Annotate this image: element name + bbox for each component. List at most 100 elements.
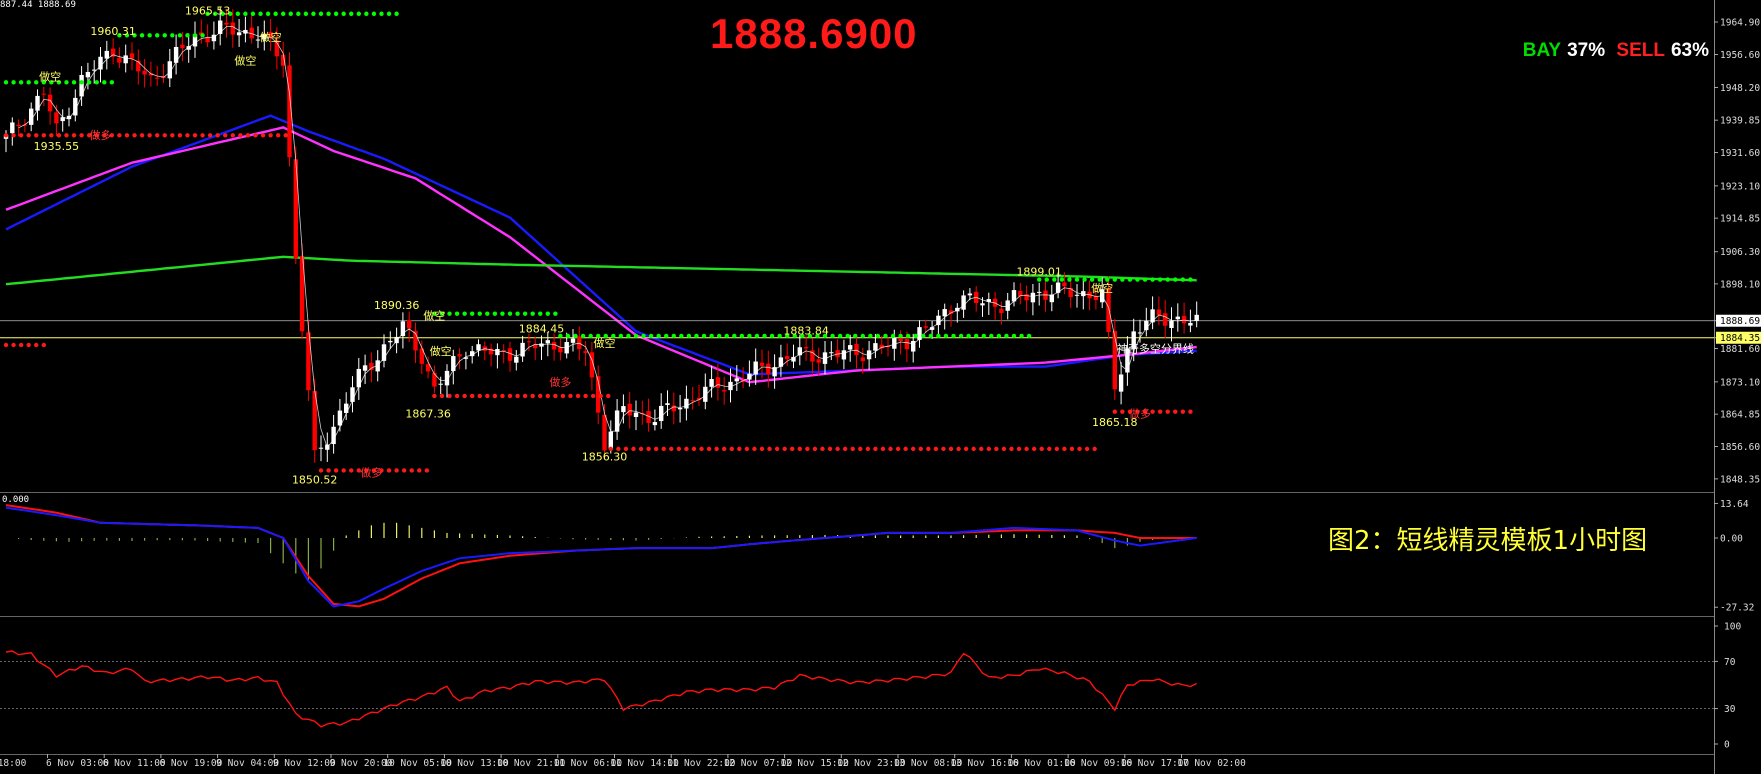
dot	[207, 133, 213, 138]
time-tick-label: 17 Nov 02:00	[1177, 758, 1246, 769]
dot	[41, 133, 46, 138]
rsi-tick-label: 30	[1724, 704, 1736, 715]
dot	[606, 393, 611, 399]
dot	[905, 333, 911, 339]
dot	[716, 333, 722, 339]
price-label: 1935.55	[34, 140, 80, 153]
dot	[868, 333, 873, 339]
dot	[1157, 409, 1163, 414]
dot	[918, 446, 923, 452]
price-tick-label: 1956.60	[1720, 50, 1760, 61]
price-label: 1899.01	[1016, 265, 1062, 278]
candle-body	[602, 414, 607, 451]
dot	[664, 333, 669, 339]
candle-body	[41, 93, 46, 95]
candle-body	[898, 338, 903, 342]
dot	[1188, 409, 1193, 414]
candle-body	[526, 341, 532, 343]
dot	[812, 446, 818, 452]
candle-body	[432, 372, 437, 387]
fast-ma-line	[18, 26, 1197, 449]
dot	[250, 11, 256, 16]
candle-body	[621, 406, 626, 413]
candle-body	[1125, 348, 1130, 373]
dot	[18, 133, 24, 138]
dot	[18, 80, 24, 85]
candle-body	[722, 390, 727, 392]
dot	[356, 11, 361, 16]
candle-body	[627, 403, 632, 416]
dot	[1016, 446, 1022, 452]
dot	[155, 33, 160, 38]
candle-body	[1112, 330, 1117, 390]
dot	[913, 333, 918, 339]
ma-line-blue	[5, 114, 1197, 376]
candle-body	[495, 348, 500, 356]
dot	[883, 333, 888, 339]
dot	[1105, 277, 1110, 282]
dot	[618, 333, 624, 339]
price-tick-label: 1906.30	[1720, 247, 1760, 258]
dot	[1120, 277, 1125, 282]
candle-body	[854, 343, 859, 356]
dot	[1092, 446, 1097, 452]
dot	[744, 446, 750, 452]
dot	[729, 446, 734, 452]
dot	[86, 80, 92, 85]
dot	[71, 133, 77, 138]
candle-body	[873, 343, 878, 351]
dot	[553, 311, 558, 316]
dot	[34, 342, 39, 348]
dot	[200, 33, 205, 38]
candle-body	[570, 338, 576, 343]
dot	[401, 468, 407, 473]
signal-marker: 做空	[39, 69, 61, 83]
dot	[694, 333, 699, 339]
dot	[1001, 446, 1007, 452]
dot	[500, 393, 505, 399]
dot	[132, 133, 137, 138]
dot	[454, 311, 460, 316]
trading-chart[interactable]: 1964.90 1956.60 1948.20 1939.85 1931.60 1923.…	[0, 0, 1761, 774]
dot	[936, 333, 941, 339]
candle-body	[803, 347, 809, 349]
candle-body	[1175, 316, 1180, 320]
dot	[790, 446, 795, 452]
dot	[706, 446, 712, 452]
candle-body	[734, 378, 739, 382]
dot	[545, 311, 550, 316]
dot	[1069, 446, 1075, 452]
dot	[177, 133, 183, 138]
dot	[281, 11, 286, 16]
price-tick-label: 1964.90	[1720, 17, 1760, 28]
candle-body	[848, 345, 853, 350]
dot	[989, 333, 994, 339]
dot	[34, 80, 39, 85]
candle-body	[633, 412, 639, 417]
candle-body	[583, 351, 588, 353]
candle-body	[1037, 291, 1042, 293]
candle-body	[841, 350, 847, 360]
candle-body	[684, 398, 689, 409]
dot	[1150, 277, 1155, 282]
dot	[155, 133, 160, 138]
dot	[162, 33, 167, 38]
dot	[686, 333, 692, 339]
dot	[333, 468, 339, 473]
dot	[583, 393, 588, 399]
time-tick-label: 6 Nov 11:00	[103, 758, 166, 769]
dot	[974, 333, 979, 339]
time-axis-line	[0, 754, 1714, 755]
price-tick-label: 1881.60	[1720, 344, 1760, 355]
dot	[1165, 277, 1170, 282]
dot	[139, 33, 145, 38]
candle-body	[709, 379, 714, 387]
dot	[981, 333, 986, 339]
panel-divider	[0, 616, 1714, 617]
dot	[1004, 333, 1009, 339]
candle-body	[860, 357, 865, 362]
signal-marker: 做空	[1091, 281, 1113, 295]
dot	[986, 446, 991, 452]
time-tick-label: 6 Nov 19:00	[159, 758, 222, 769]
dot	[714, 446, 719, 452]
